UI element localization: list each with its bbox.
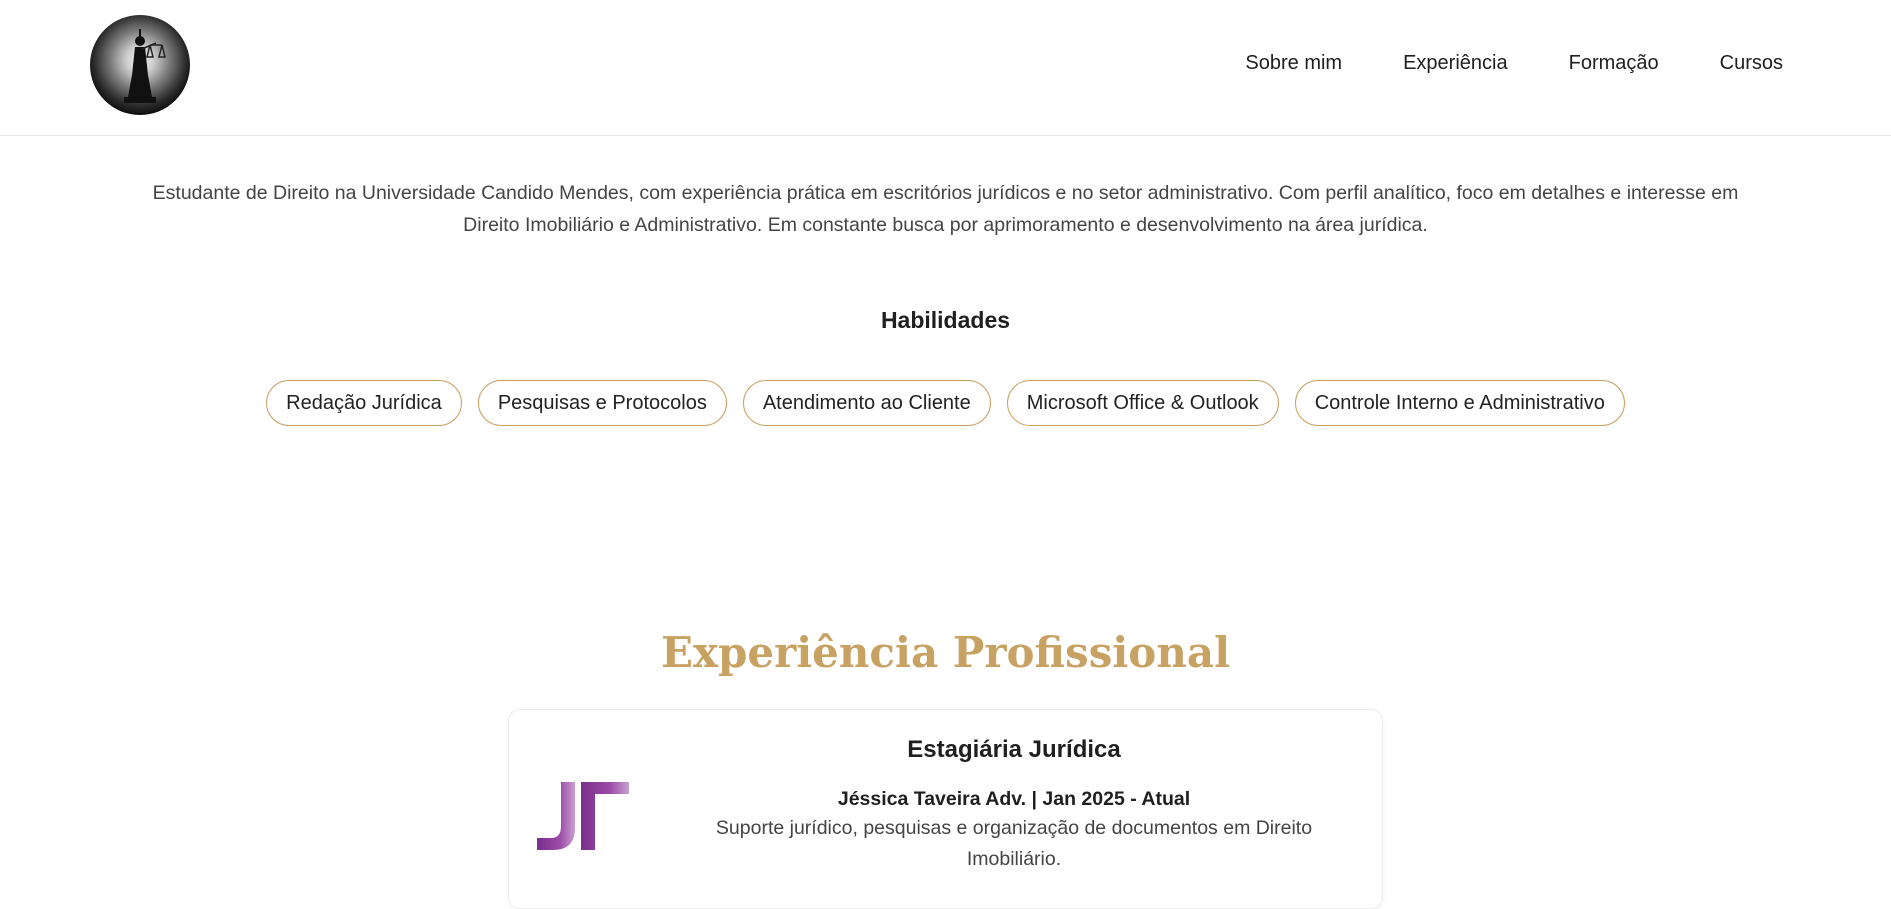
nav-link-experiencia[interactable]: Experiência	[1403, 52, 1508, 75]
about-text: Estudante de Direito na Universidade Can…	[152, 182, 1739, 236]
skills-list: Redação Jurídica Pesquisas e Protocolos …	[0, 380, 1891, 426]
main-nav: Sobre mim Experiência Formação Cursos	[1245, 52, 1783, 75]
skill-pill: Pesquisas e Protocolos	[477, 380, 727, 426]
nav-link-formacao[interactable]: Formação	[1569, 52, 1659, 75]
experience-card: Estagiária Jurídica Jéssica Taveira Adv.…	[508, 709, 1383, 909]
skill-pill: Controle Interno e Administrativo	[1294, 380, 1625, 426]
site-header: Sobre mim Experiência Formação Cursos	[0, 0, 1891, 136]
skill-pill: Microsoft Office & Outlook	[1006, 380, 1279, 426]
skills-title: Habilidades	[880, 307, 1011, 333]
experience-role: Estagiária Jurídica	[907, 736, 1121, 763]
experience-title: Experiência Profissional	[660, 628, 1231, 677]
nav-link-cursos[interactable]: Cursos	[1720, 52, 1783, 75]
skill-pill: Redação Jurídica	[266, 380, 462, 426]
experience-company: Jéssica Taveira Adv. | Jan 2025 - Atual	[837, 788, 1191, 810]
nav-link-sobre-mim[interactable]: Sobre mim	[1245, 52, 1342, 75]
lady-justice-icon[interactable]	[90, 15, 190, 115]
skill-pill: Atendimento ao Cliente	[742, 380, 991, 426]
jt-monogram-logo	[535, 780, 631, 852]
